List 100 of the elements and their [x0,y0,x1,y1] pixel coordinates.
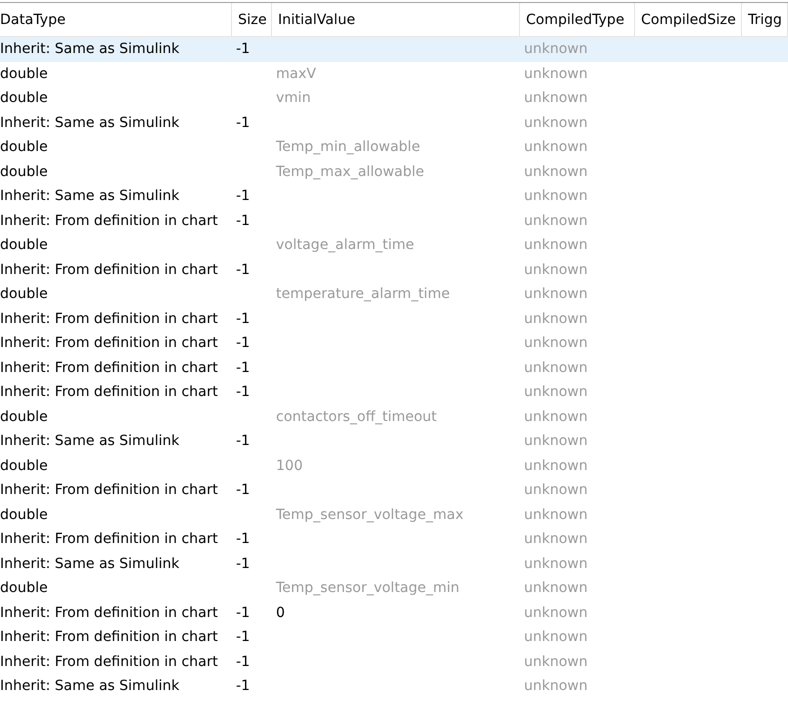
table-row[interactable]: double voltage_alarm_time unknown [0,233,788,258]
initial-value-cell: 100 [276,458,303,474]
size-cell: -1 [236,41,250,58]
data-type-cell: double [0,408,48,425]
compiled-type-cell: unknown [524,408,588,425]
compiled-type-cell: unknown [524,654,588,670]
compiled-type-cell: unknown [524,506,588,523]
table-row[interactable]: Inherit: From definition in chart -1 0 unknown [0,600,788,625]
table-row[interactable]: double maxV unknown [0,62,788,86]
data-type-cell: Inherit: From definition in chart [0,262,218,278]
table-row[interactable]: double vmin unknown [0,86,788,110]
compiled-type-cell: unknown [524,556,588,572]
table-row[interactable]: Inherit: From definition in chart -1 unknown [0,331,788,356]
data-type-cell: Inherit: From definition in chart [0,629,218,646]
compiled-type-cell: unknown [524,262,588,278]
size-cell: -1 [236,114,250,131]
compiled-type-cell: unknown [524,580,588,596]
initial-value-cell: Temp_min_allowable [276,139,420,156]
table-row[interactable]: double temperature_alarm_time unknown [0,282,788,306]
size-cell: -1 [236,188,250,204]
data-type-cell: Inherit: Same as Simulink [0,556,180,572]
table-row[interactable]: double Temp_max_allowable unknown [0,160,788,184]
compiled-type-cell: unknown [524,629,588,646]
table-row[interactable]: Inherit: From definition in chart -1 unknown [0,650,788,674]
compiled-type-cell: unknown [524,286,588,302]
compiled-type-cell: unknown [524,114,588,131]
initial-value-cell: 0 [276,604,285,621]
table-row[interactable]: Inherit: From definition in chart -1 unknown [0,625,788,650]
table-row[interactable]: Inherit: From definition in chart -1 unknown [0,380,788,404]
table-row[interactable]: Inherit: From definition in chart -1 unknown [0,478,788,502]
column-header[interactable]: CompiledType [520,3,635,36]
initial-value-cell: vmin [276,90,311,106]
size-cell: -1 [236,384,250,400]
size-cell: -1 [236,212,250,229]
compiled-type-cell: unknown [524,384,588,400]
size-cell: -1 [236,335,250,352]
compiled-type-cell: unknown [524,139,588,156]
data-type-cell: Inherit: From definition in chart [0,531,218,548]
data-type-cell: Inherit: Same as Simulink [0,678,180,694]
table-row[interactable]: Inherit: Same as Simulink -1 unknown [0,37,788,62]
table-row[interactable]: Inherit: From definition in chart -1 unknown [0,258,788,282]
data-type-cell: Inherit: Same as Simulink [0,41,180,58]
data-type-cell: double [0,139,48,156]
data-type-cell: double [0,237,48,254]
table-row[interactable]: Inherit: Same as Simulink -1 unknown [0,552,788,576]
compiled-type-cell: unknown [524,212,588,229]
compiled-type-cell: unknown [524,90,588,106]
data-type-cell: double [0,458,48,474]
initial-value-cell: Temp_max_allowable [276,164,424,180]
size-cell: -1 [236,629,250,646]
data-type-cell: Inherit: From definition in chart [0,384,218,400]
data-type-cell: double [0,506,48,523]
size-cell: -1 [236,678,250,694]
data-type-cell: Inherit: From definition in chart [0,212,218,229]
data-type-cell: Inherit: From definition in chart [0,310,218,327]
data-type-cell: Inherit: From definition in chart [0,654,218,670]
compiled-type-cell: unknown [524,66,588,82]
compiled-type-cell: unknown [524,604,588,621]
size-cell: -1 [236,604,250,621]
column-header[interactable]: InitialValue [272,3,520,36]
table-row[interactable]: double Temp_sensor_voltage_min unknown [0,576,788,600]
size-cell: -1 [236,360,250,376]
data-type-cell: Inherit: From definition in chart [0,335,218,352]
data-type-cell: double [0,66,48,82]
initial-value-cell: maxV [276,66,316,82]
data-type-cell: Inherit: Same as Simulink [0,114,180,131]
column-header[interactable]: CompiledSize [635,3,742,36]
table-row[interactable]: Inherit: Same as Simulink -1 unknown [0,184,788,208]
data-type-cell: double [0,164,48,180]
table-row[interactable]: Inherit: From definition in chart -1 unknown [0,306,788,331]
column-header[interactable]: DataType [0,3,232,36]
initial-value-cell: voltage_alarm_time [276,237,414,254]
compiled-type-cell: unknown [524,458,588,474]
initial-value-cell: Temp_sensor_voltage_min [276,580,460,596]
data-type-cell: Inherit: From definition in chart [0,604,218,621]
table-row[interactable]: double 100 unknown [0,454,788,478]
data-type-cell: double [0,90,48,106]
column-header[interactable]: Trigg [742,3,788,36]
table-row[interactable]: double Temp_sensor_voltage_max unknown [0,502,788,527]
compiled-type-cell: unknown [524,433,588,450]
table-row[interactable]: Inherit: Same as Simulink -1 unknown [0,674,788,698]
initial-value-cell: contactors_off_timeout [276,408,437,425]
initial-value-cell: temperature_alarm_time [276,286,450,302]
table-row[interactable]: Inherit: From definition in chart -1 unknown [0,356,788,380]
table-row[interactable]: Inherit: Same as Simulink -1 unknown [0,429,788,454]
table-row[interactable]: Inherit: Same as Simulink -1 unknown [0,110,788,135]
compiled-type-cell: unknown [524,237,588,254]
size-cell: -1 [236,654,250,670]
size-cell: -1 [236,262,250,278]
size-cell: -1 [236,433,250,450]
table-row[interactable]: Inherit: From definition in chart -1 unknown [0,527,788,552]
compiled-type-cell: unknown [524,482,588,498]
table-row[interactable]: double contactors_off_timeout unknown [0,404,788,429]
size-cell: -1 [236,556,250,572]
size-cell: -1 [236,531,250,548]
compiled-type-cell: unknown [524,164,588,180]
table-row[interactable]: Inherit: From definition in chart -1 unknown [0,208,788,233]
compiled-type-cell: unknown [524,188,588,204]
table-row[interactable]: double Temp_min_allowable unknown [0,135,788,160]
column-header[interactable]: Size [232,3,272,36]
